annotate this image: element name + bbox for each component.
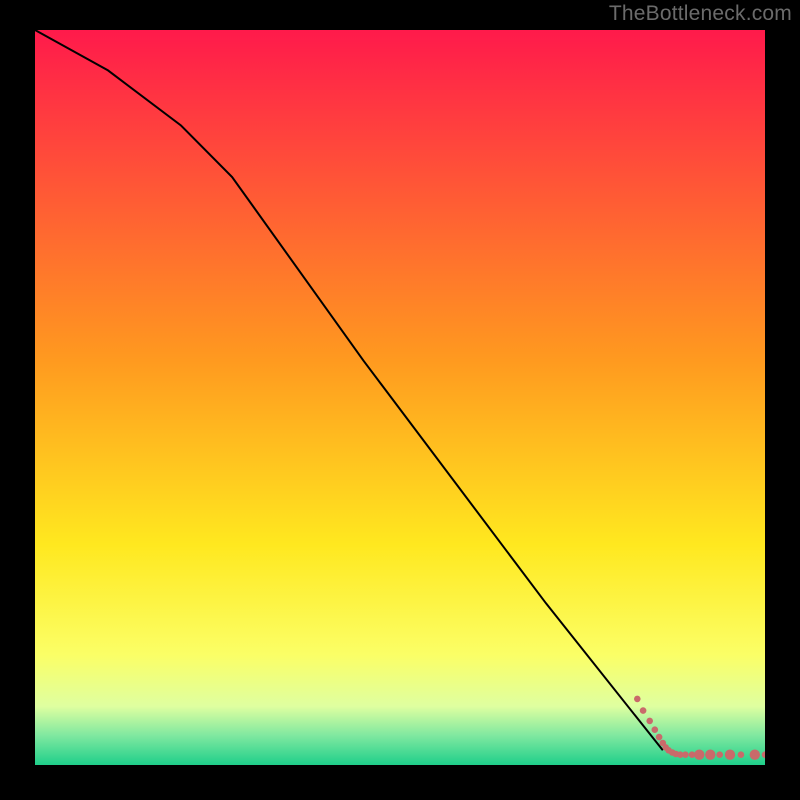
watermark-label: TheBottleneck.com [609, 2, 792, 26]
scatter-point [738, 751, 745, 758]
scatter-point [694, 750, 704, 760]
chart-svg [35, 30, 765, 765]
scatter-point [750, 750, 760, 760]
scatter-point [682, 751, 689, 758]
scatter-point [640, 707, 647, 714]
scatter-point [725, 750, 735, 760]
scatter-point [646, 718, 653, 725]
scatter-point [652, 726, 659, 733]
chart-plot-area [35, 30, 765, 765]
scatter-point [716, 751, 723, 758]
scatter-point [634, 696, 641, 703]
scatter-point [656, 734, 663, 741]
scatter-point [705, 750, 715, 760]
chart-frame: TheBottleneck.com [0, 0, 800, 800]
gradient-background [35, 30, 765, 765]
